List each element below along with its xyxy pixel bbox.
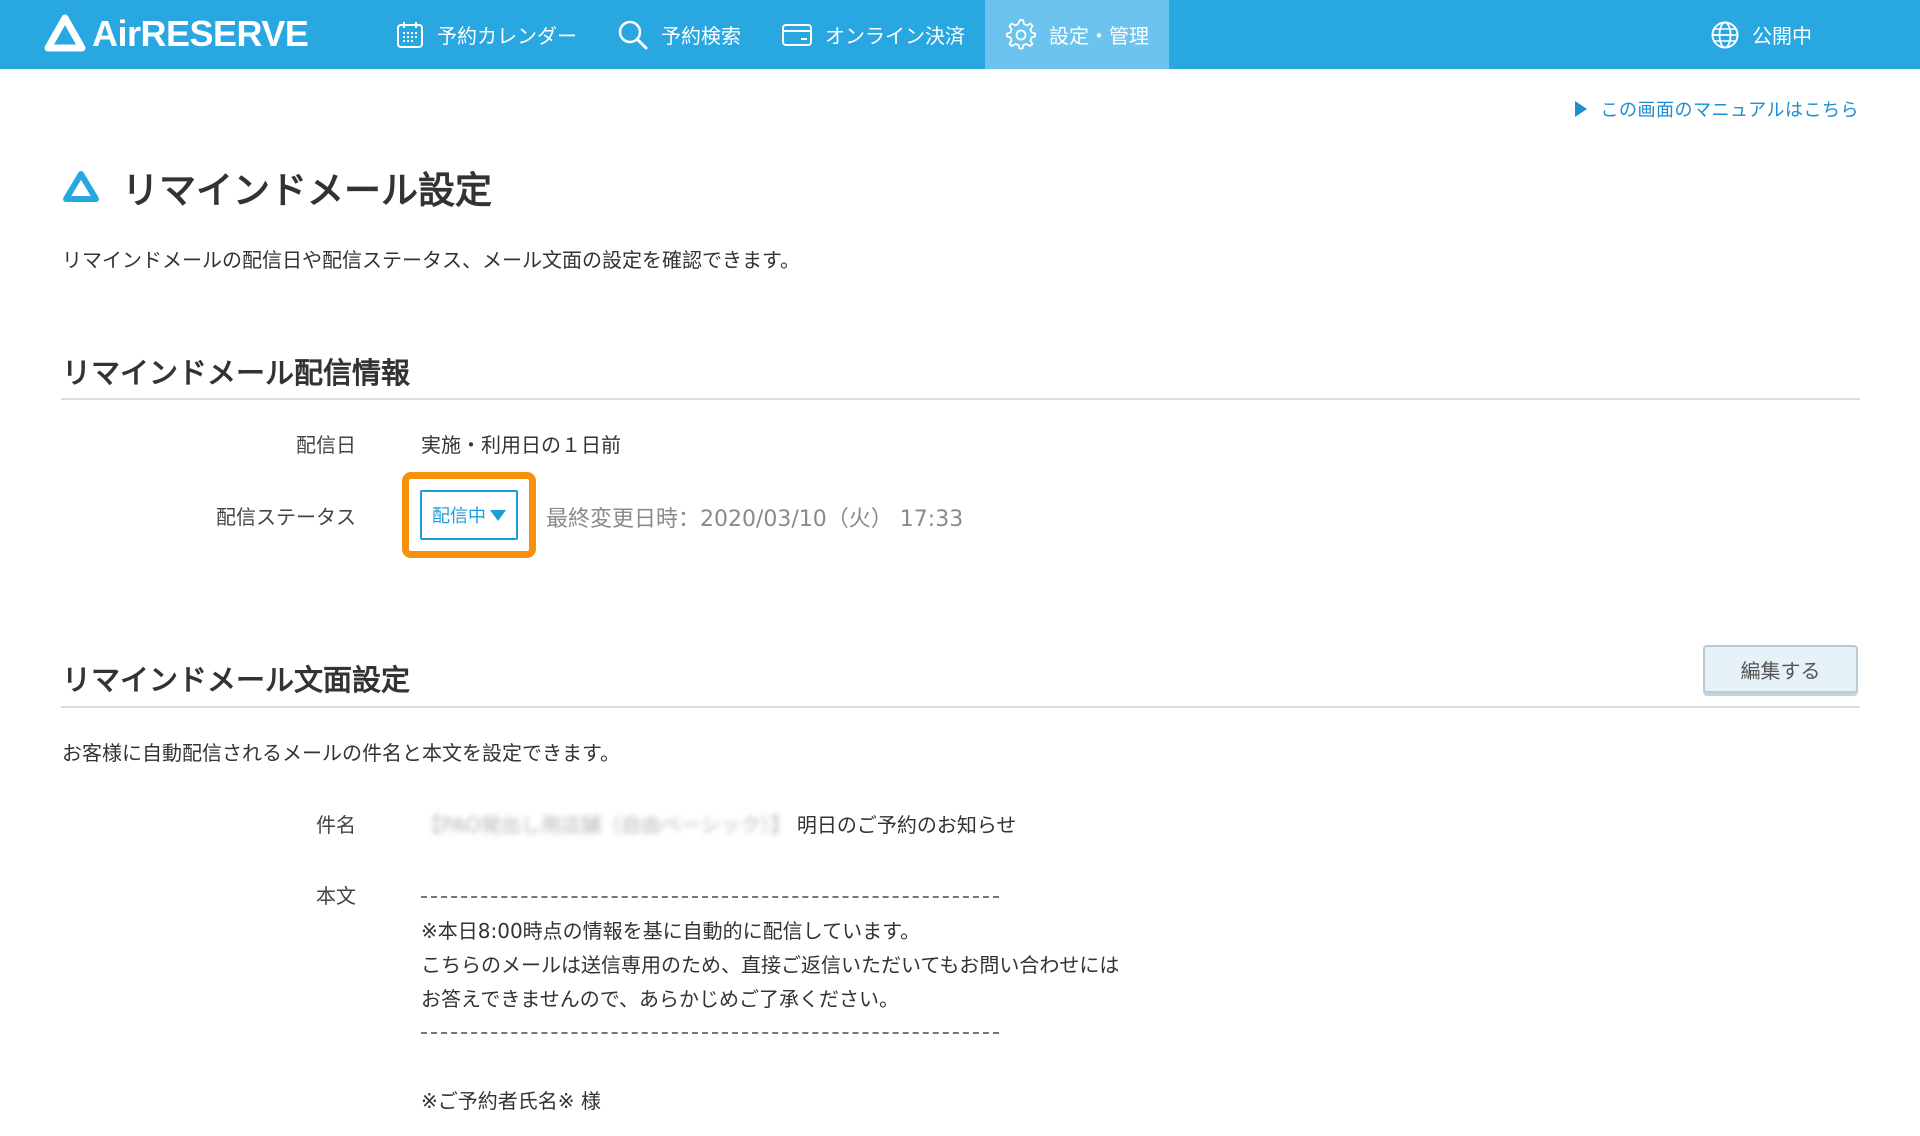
body-label: 本文 <box>316 884 356 908</box>
globe-icon <box>1711 21 1739 48</box>
delivery-date-value: 実施・利用日の１日前 <box>421 433 621 457</box>
nav-label: 予約カレンダー <box>437 24 577 48</box>
nav-reservation-calendar[interactable]: 予約カレンダー <box>375 0 597 69</box>
publish-status[interactable]: 公開中 <box>1710 0 1812 69</box>
subject-label: 件名 <box>316 813 356 837</box>
nav-online-payment[interactable]: オンライン決済 <box>761 0 985 69</box>
logo-triangle-icon <box>44 14 86 52</box>
main-nav: 予約カレンダー 予約検索 オンライン決済 設定・管理 <box>375 0 1169 69</box>
page-title: リマインドメール設定 <box>62 160 492 214</box>
nav-label: 設定・管理 <box>1049 24 1149 48</box>
body-line: お答えできませんので、あらかじめご了承ください。 <box>421 987 899 1011</box>
nav-reservation-search[interactable]: 予約検索 <box>597 0 761 69</box>
manual-link[interactable]: この画面のマニュアルはこちら <box>1574 96 1859 122</box>
nav-label: オンライン決済 <box>825 24 965 48</box>
subject-blurred-store-name: 【PAO発出し用店舗（自由ベーシック）】 <box>421 813 791 837</box>
section-divider <box>61 706 1860 708</box>
top-navigation-bar: AirRESERVE 予約カレンダー 予約検索 オンライン決済 設定・管理 公開… <box>0 0 1920 69</box>
play-triangle-icon <box>1574 101 1587 117</box>
manual-link-label: この画面のマニュアルはこちら <box>1600 100 1859 121</box>
nav-label: 予約検索 <box>661 24 741 48</box>
dashed-separator <box>421 1016 1119 1050</box>
body-line: ※本日8:00時点の情報を基に自動的に配信しています。 <box>421 919 921 943</box>
delivery-status-value: 配信中 <box>432 506 486 527</box>
brand-name: AirRESERVE <box>92 13 309 54</box>
publish-status-label: 公開中 <box>1752 24 1812 48</box>
caret-down-icon <box>490 509 506 521</box>
nav-settings-management[interactable]: 設定・管理 <box>985 0 1169 69</box>
body-line: こちらのメールは送信専用のため、直接ご返信いただいてもお問い合わせには <box>421 953 1120 977</box>
triangle-icon <box>63 171 99 202</box>
calendar-icon <box>397 21 423 48</box>
delivery-info-section-title: リマインドメール配信情報 <box>62 356 411 390</box>
dashed-separator <box>421 880 1119 914</box>
page-title-text: リマインドメール設定 <box>122 169 492 212</box>
greeting-line: ※ご予約者氏名※ 様 <box>421 1089 601 1113</box>
mail-body: ※本日8:00時点の情報を基に自動的に配信しています。 こちらのメールは送信専用… <box>421 880 1119 1118</box>
mail-settings-section-title: リマインドメール文面設定 <box>62 663 411 697</box>
subject-text: 明日のご予約のお知らせ <box>796 813 1017 837</box>
last-updated-timestamp: 最終変更日時：2020/03/10（火） 17:33 <box>546 507 964 532</box>
edit-button[interactable]: 編集する <box>1703 645 1858 693</box>
card-icon <box>782 23 812 46</box>
gear-icon <box>1006 18 1036 49</box>
delivery-status-dropdown[interactable]: 配信中 <box>420 490 518 540</box>
section-divider <box>61 398 1860 400</box>
delivery-date-label: 配信日 <box>296 433 356 457</box>
subject-value: 【PAO発出し用店舗（自由ベーシック）】 明日のご予約のお知らせ <box>421 809 1016 838</box>
page-description: リマインドメールの配信日や配信ステータス、メール文面の設定を確認できます。 <box>62 248 800 272</box>
delivery-status-label: 配信ステータス <box>216 505 356 529</box>
airreserve-logo[interactable]: AirRESERVE <box>44 13 309 54</box>
search-icon <box>618 20 648 49</box>
mail-settings-description: お客様に自動配信されるメールの件名と本文を設定できます。 <box>62 741 620 765</box>
